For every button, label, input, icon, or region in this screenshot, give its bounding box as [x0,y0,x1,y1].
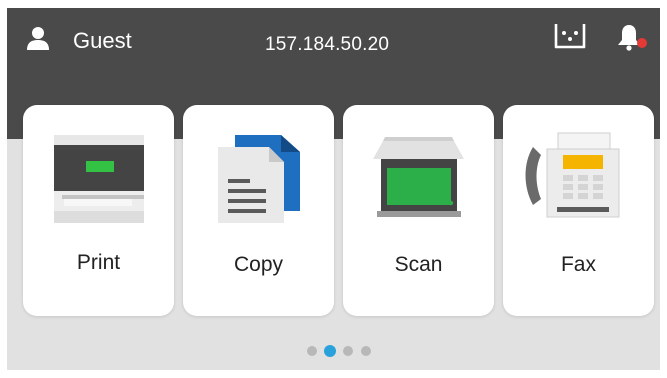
user-name-label[interactable]: Guest [73,28,132,54]
page-dot[interactable] [343,346,353,356]
notification-bell-icon[interactable] [615,22,649,52]
user-icon[interactable] [27,26,49,50]
copy-icon [218,135,300,223]
notification-dot [637,38,647,48]
printer-icon [54,135,144,223]
tile-label: Fax [560,253,596,276]
ip-address: 157.184.50.20 [265,34,390,55]
page-dot-active[interactable] [324,345,336,357]
device-status-icon[interactable] [553,22,587,52]
scanner-icon [373,137,464,217]
tile-copy[interactable]: Copy [183,105,334,316]
tile-fax[interactable]: Fax [503,105,654,316]
page-dot[interactable] [307,346,317,356]
fax-icon [525,132,620,218]
tile-label: Copy [233,253,284,276]
tile-label: Print [76,251,121,274]
home-screen: Guest 157.184.50.20 Print Copy Scan Fax [7,8,660,370]
tile-scan[interactable]: Scan [343,105,494,316]
tile-print[interactable]: Print [23,105,174,316]
tile-label: Scan [394,253,443,276]
page-dot[interactable] [361,346,371,356]
